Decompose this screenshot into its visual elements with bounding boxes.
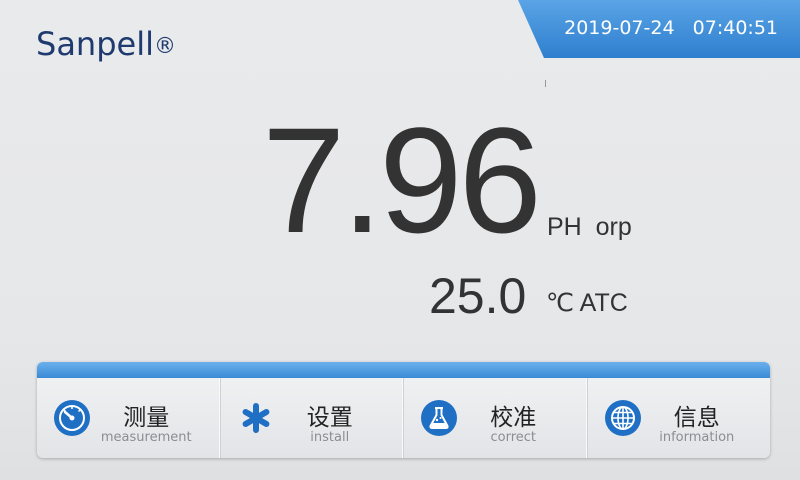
- datetime-display: 2019-07-24 07:40:51: [564, 17, 778, 39]
- menu-item-correct[interactable]: 校准 correct: [404, 378, 588, 458]
- menu-item-label: 信息: [673, 405, 720, 431]
- menu-item-install[interactable]: 设置 install: [221, 378, 404, 458]
- menu-item-label: 测量: [123, 405, 170, 431]
- brand-name: Sanpell: [36, 25, 154, 63]
- temperature-unit: ℃ ATC: [546, 289, 628, 317]
- registered-mark: ®: [153, 34, 176, 59]
- menu-item-sublabel: correct: [490, 430, 537, 445]
- reading-unit: PH orp: [547, 213, 632, 241]
- menu-item-information[interactable]: 信息 information: [588, 378, 771, 458]
- menu-item-label: 设置: [306, 405, 353, 431]
- brand-logo: Sanpell®: [36, 25, 176, 63]
- menu-bar-header: [37, 362, 770, 378]
- divider-tick: [545, 80, 546, 87]
- meter-screen: Sanpell® 2019-07-24 07:40:51 7.96 PH orp…: [0, 0, 800, 480]
- menu-item-measurement[interactable]: 测量 measurement: [37, 378, 221, 458]
- menu-item-label: 校准: [490, 405, 537, 431]
- menu-item-sublabel: install: [310, 430, 350, 445]
- main-menu-bar: 测量 measurement 设置 install 校准 correct 信息 …: [37, 362, 770, 458]
- menu-items: 测量 measurement 设置 install 校准 correct 信息 …: [37, 378, 770, 458]
- time-text: 07:40:51: [692, 17, 778, 39]
- menu-item-sublabel: information: [659, 430, 735, 445]
- menu-item-sublabel: measurement: [100, 430, 192, 445]
- date-text: 2019-07-24: [564, 17, 675, 39]
- temperature-reading: 25.0: [429, 268, 527, 324]
- ph-reading: 7.96: [262, 96, 542, 264]
